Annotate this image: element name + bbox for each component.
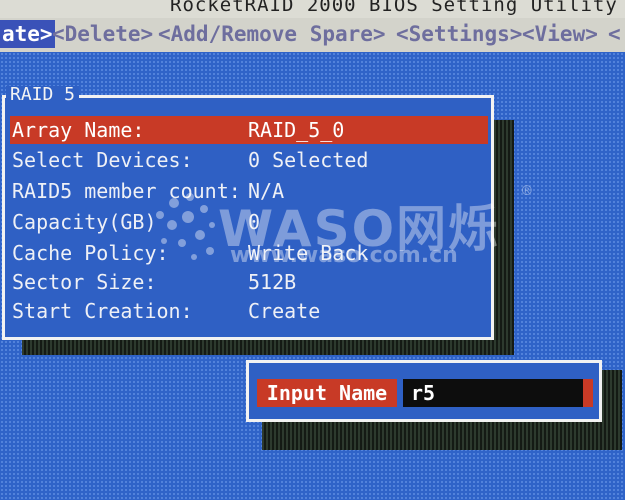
menu-item-settings[interactable]: <Settings> [396,20,522,48]
title-bar: RocketRAID 2000 BIOS Setting Utility [0,0,625,18]
input-name-popup: Input Name r5 [246,360,602,422]
capacity-value: 0 [248,210,261,234]
select-devices-label: Select Devices: [12,148,193,172]
member-count-value: N/A [248,179,285,203]
start-creation-label: Start Creation: [12,299,193,323]
menu-item-more[interactable]: < [608,20,621,48]
dialog-title: RAID 5 [6,86,80,104]
menu-bar: ate> <Delete> <Add/Remove Spare> <Settin… [0,18,625,52]
select-devices-value: 0 Selected [248,148,369,172]
capacity-label: Capacity(GB) [12,210,157,234]
sector-size-label: Sector Size: [12,270,157,294]
array-name-row[interactable]: Array Name: RAID_5_0 [10,116,488,144]
menu-item-create[interactable]: ate> [0,20,55,48]
window-title: RocketRAID 2000 BIOS Setting Utility [170,0,618,16]
create-button[interactable]: Create [248,297,320,325]
sector-size-row[interactable]: Sector Size: 512B [10,268,488,296]
menu-item-add-remove-spare[interactable]: <Add/Remove Spare> [158,20,386,48]
cache-policy-label: Cache Policy: [12,241,169,265]
array-name-label: Array Name: [12,118,145,142]
member-count-label: RAID5 member count: [12,179,241,203]
select-devices-row[interactable]: Select Devices: 0 Selected [10,146,488,174]
input-name-label: Input Name [257,379,397,407]
input-cursor [583,379,593,407]
menu-item-delete[interactable]: <Delete> [52,20,153,48]
input-name-field[interactable]: r5 [403,379,583,407]
capacity-row[interactable]: Capacity(GB) 0 [10,208,488,236]
start-creation-row[interactable]: Start Creation: Create [10,297,488,325]
cache-policy-row[interactable]: Cache Policy: Write Back [10,239,488,267]
cache-policy-value: Write Back [248,241,369,265]
array-name-value: RAID_5_0 [248,118,345,142]
sector-size-value: 512B [248,270,297,294]
menu-item-view[interactable]: <View> [522,20,598,48]
member-count-row[interactable]: RAID5 member count: N/A [10,177,488,205]
